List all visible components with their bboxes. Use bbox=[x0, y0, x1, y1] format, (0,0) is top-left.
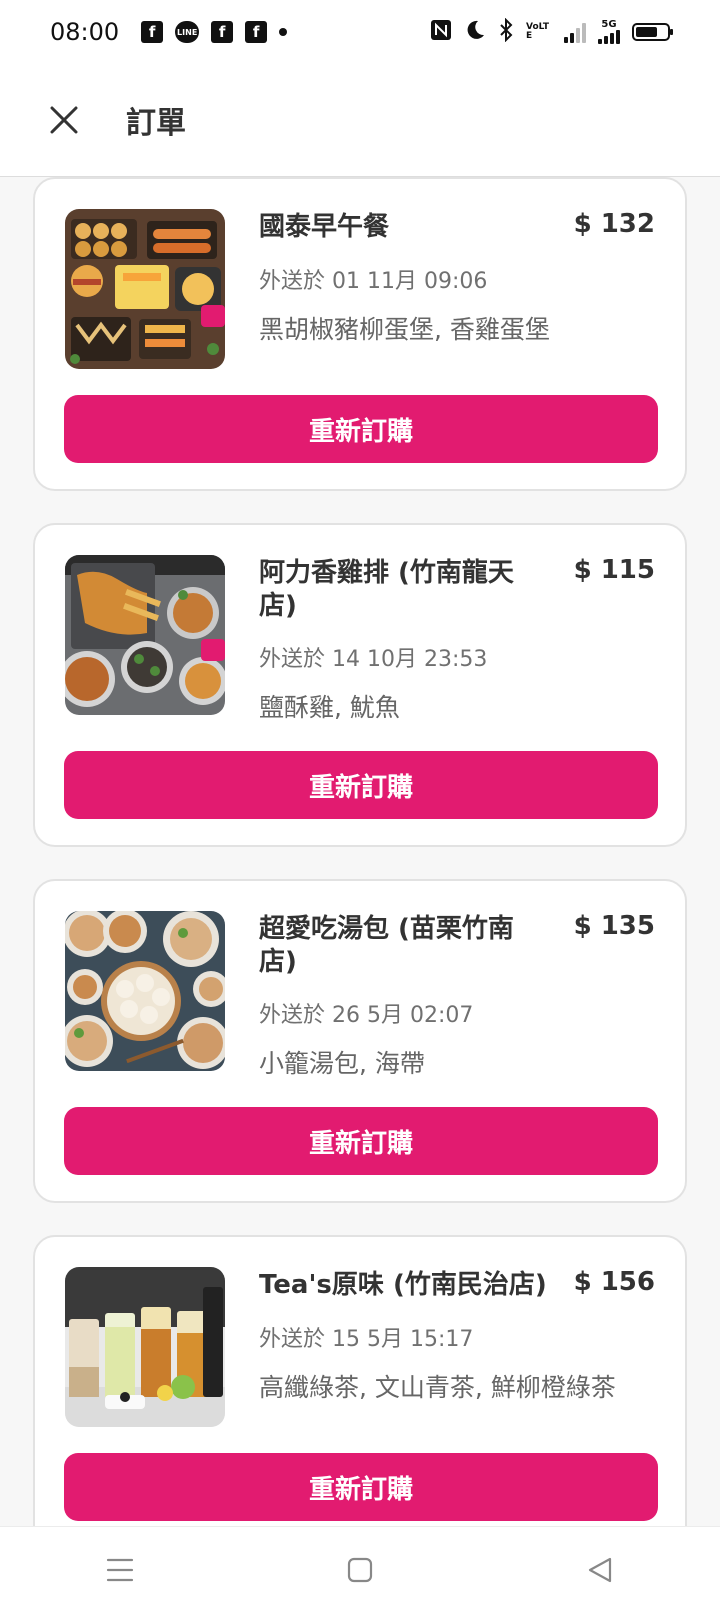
signal-5g-icon: 5G bbox=[598, 20, 620, 44]
order-card[interactable]: 超愛吃湯包 (苗栗竹南店) $ 135 外送於 26 5月 02:07 小籠湯包… bbox=[33, 879, 687, 1203]
close-icon bbox=[50, 106, 78, 134]
restaurant-name: 超愛吃湯包 (苗栗竹南店) bbox=[259, 914, 514, 977]
page-title: 訂單 bbox=[126, 106, 186, 141]
order-items: 黑胡椒豬柳蛋堡, 香雞蛋堡 bbox=[259, 315, 550, 344]
recent-apps-button[interactable] bbox=[80, 1540, 160, 1600]
status-bar: 08:00 f LINE f f VoLTE 5G bbox=[0, 0, 720, 64]
reorder-button[interactable]: 重新訂購 bbox=[64, 751, 658, 819]
back-button[interactable] bbox=[560, 1540, 640, 1600]
do-not-disturb-moon-icon bbox=[464, 19, 486, 46]
home-square-icon bbox=[347, 1557, 373, 1583]
reorder-button[interactable]: 重新訂購 bbox=[64, 395, 658, 463]
restaurant-image bbox=[65, 911, 225, 1071]
network-type-label: 5G bbox=[601, 19, 617, 30]
restaurant-name: Tea's原味 (竹南民治店) bbox=[259, 1270, 547, 1300]
menu-lines-icon bbox=[106, 1558, 134, 1582]
order-price: $ 132 bbox=[573, 209, 655, 239]
delivery-time: 外送於 15 5月 15:17 bbox=[259, 1327, 474, 1352]
bluetooth-icon bbox=[498, 17, 514, 47]
delivery-time: 外送於 14 10月 23:53 bbox=[259, 647, 488, 672]
battery-icon bbox=[632, 23, 673, 41]
more-notifications-dot-icon bbox=[279, 28, 288, 36]
close-button[interactable] bbox=[34, 90, 94, 150]
order-card[interactable]: 國泰早午餐 $ 132 外送於 01 11月 09:06 黑胡椒豬柳蛋堡, 香雞… bbox=[33, 177, 687, 491]
nfc-icon bbox=[430, 19, 452, 46]
restaurant-image bbox=[65, 1267, 225, 1427]
order-price: $ 115 bbox=[573, 555, 655, 585]
order-card[interactable]: Tea's原味 (竹南民治店) $ 156 外送於 15 5月 15:17 高纖… bbox=[33, 1235, 687, 1526]
order-price: $ 135 bbox=[573, 911, 655, 941]
system-navigation-bar bbox=[0, 1526, 720, 1613]
restaurant-image bbox=[65, 555, 225, 715]
line-notification-icon: LINE bbox=[175, 21, 200, 43]
app-header: 訂單 bbox=[0, 64, 720, 177]
restaurant-name: 國泰早午餐 bbox=[259, 212, 390, 242]
facebook-notification-icon: f bbox=[245, 21, 268, 43]
facebook-notification-icon: f bbox=[141, 21, 164, 43]
order-items: 高纖綠茶, 文山青茶, 鮮柳橙綠茶 bbox=[259, 1373, 616, 1402]
order-items: 小籠湯包, 海帶 bbox=[259, 1049, 425, 1078]
reorder-button[interactable]: 重新訂購 bbox=[64, 1107, 658, 1175]
order-card[interactable]: 阿力香雞排 (竹南龍天店) $ 115 外送於 14 10月 23:53 鹽酥雞… bbox=[33, 523, 687, 847]
restaurant-image bbox=[65, 209, 225, 369]
home-button[interactable] bbox=[320, 1540, 400, 1600]
restaurant-name: 阿力香雞排 (竹南龍天店) bbox=[259, 558, 514, 621]
order-price: $ 156 bbox=[573, 1267, 655, 1297]
status-time: 08:00 bbox=[50, 18, 120, 46]
back-triangle-icon bbox=[588, 1557, 612, 1583]
signal-strength-icon bbox=[564, 21, 586, 43]
reorder-button[interactable]: 重新訂購 bbox=[64, 1453, 658, 1521]
delivery-time: 外送於 01 11月 09:06 bbox=[259, 269, 488, 294]
order-items: 鹽酥雞, 魷魚 bbox=[259, 693, 400, 722]
delivery-time: 外送於 26 5月 02:07 bbox=[259, 1003, 474, 1028]
facebook-notification-icon: f bbox=[211, 21, 234, 43]
volte-icon: VoLTE bbox=[526, 22, 550, 41]
order-list[interactable]: 國泰早午餐 $ 132 外送於 01 11月 09:06 黑胡椒豬柳蛋堡, 香雞… bbox=[0, 177, 720, 1526]
